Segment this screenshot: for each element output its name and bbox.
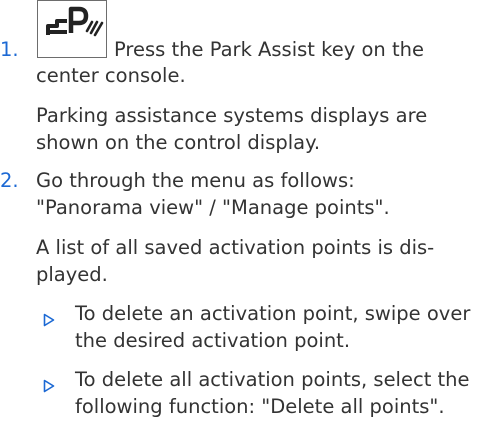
park-assist-key-icon [37, 0, 107, 58]
step-2-result-line-1: A list of all saved activation points is… [36, 236, 435, 259]
bullet-1-line-2: the desired activation point. [75, 329, 351, 352]
step-1-result-line-1: Parking assistance systems displays are [36, 104, 428, 127]
bullet-triangle-icon [43, 307, 55, 334]
step-1-text-line-1: Press the Park Assist key on the [114, 38, 424, 61]
bullet-triangle-icon [43, 373, 55, 400]
step-2-text-line-1: Go through the menu as follows: [36, 169, 355, 192]
step-1-result-line-2: shown on the control display. [36, 131, 321, 154]
bullet-2-line-1: To delete all activation points, select … [75, 368, 470, 391]
step-2-result-line-2: played. [36, 263, 108, 286]
bullet-1-line-1: To delete an activation point, swipe ove… [75, 302, 471, 325]
step-1-text-line-2: center console. [36, 64, 186, 87]
bullet-2-line-2: following function: "Delete all points". [75, 395, 445, 418]
step-2-text-line-2: "Panorama view" / "Manage points". [36, 196, 390, 219]
step-number: 1. [0, 38, 19, 61]
step-number: 2. [0, 169, 19, 192]
